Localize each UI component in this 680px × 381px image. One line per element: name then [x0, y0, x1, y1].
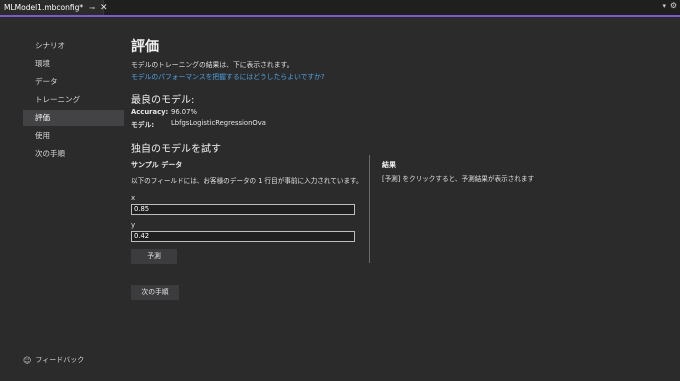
model-label: モデル: — [131, 121, 155, 129]
next-step-button[interactable]: 次の手順 — [131, 285, 179, 300]
result-title: 結果 — [382, 161, 396, 169]
document-tab[interactable]: MLModel1.mbconfig* ⊸ ✕ — [0, 0, 108, 15]
sidebar-item-consume[interactable]: 使用 — [23, 128, 124, 144]
sidebar-item-evaluate[interactable]: 評価 — [23, 110, 124, 126]
close-icon[interactable]: ✕ — [100, 3, 108, 13]
feedback-icon: ☺ — [23, 355, 32, 365]
sample-data-description: 以下のフィールドには、お客様のデータの 1 行目が事前に入力されています。 — [131, 177, 363, 185]
main-content: 評価 モデルのトレーニングの結果は、下に表示されます。 モデルのパフォーマンスを… — [131, 38, 671, 81]
field-label-x: x — [131, 194, 136, 202]
sidebar-item-next-steps[interactable]: 次の手順 — [23, 146, 124, 162]
feedback-label: フィードバック — [35, 356, 85, 364]
model-row: モデル: LbfgsLogisticRegressionOva — [131, 119, 266, 129]
help-link[interactable]: モデルのパフォーマンスを把握するにはどうしたらよいですか? — [131, 71, 671, 81]
feedback-link[interactable]: ☺ フィードバック — [23, 355, 84, 365]
result-text: [予測] をクリックすると、予測結果が表示されます — [382, 175, 535, 183]
tab-title: MLModel1.mbconfig* — [4, 3, 84, 12]
field-input-x[interactable] — [131, 204, 355, 215]
sidebar-item-data[interactable]: データ — [23, 74, 124, 90]
sidebar-nav: シナリオ 環境 データ トレーニング 評価 使用 次の手順 — [23, 38, 124, 164]
sidebar-item-scenario[interactable]: シナリオ — [23, 38, 124, 54]
best-model-heading: 最良のモデル: — [131, 95, 195, 106]
field-label-y: y — [131, 221, 136, 229]
accuracy-label: Accuracy: — [131, 108, 169, 116]
chevron-down-icon[interactable]: ▾ — [662, 2, 666, 10]
sidebar-item-environment[interactable]: 環境 — [23, 56, 124, 72]
document-tab-bar: MLModel1.mbconfig* ⊸ ✕ ▾ ⚙ — [0, 0, 680, 17]
page-title: 評価 — [131, 39, 159, 55]
accuracy-row: Accuracy: 96.07% — [131, 108, 197, 116]
pin-icon[interactable]: ⊸ — [89, 4, 95, 12]
model-value: LbfgsLogisticRegressionOva — [171, 119, 266, 127]
predict-button[interactable]: 予測 — [131, 249, 177, 264]
field-input-y[interactable] — [131, 231, 355, 242]
gear-icon[interactable]: ⚙ — [670, 1, 677, 10]
sidebar-item-training[interactable]: トレーニング — [23, 92, 124, 108]
sample-data-title: サンプル データ — [131, 161, 183, 169]
try-model-heading: 独自のモデルを試す — [131, 144, 221, 155]
accuracy-value: 96.07% — [171, 108, 197, 116]
result-divider — [369, 155, 370, 263]
page-description: モデルのトレーニングの結果は、下に表示されます。 — [131, 61, 294, 69]
